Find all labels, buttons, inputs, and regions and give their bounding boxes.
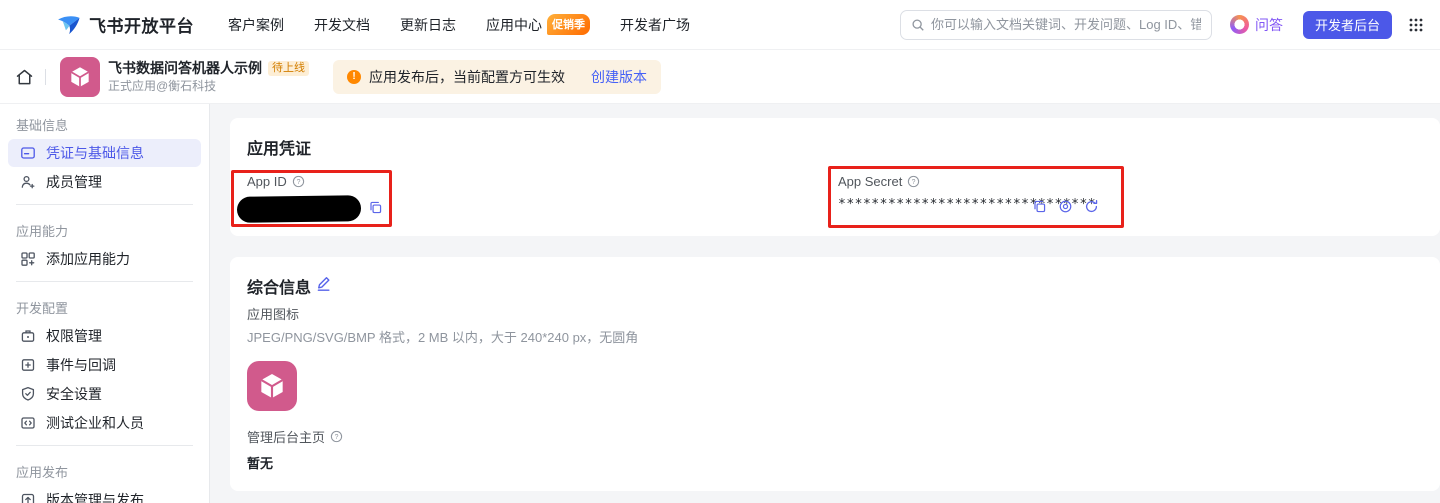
sidebar-section-dev-config: 开发配置 (16, 301, 69, 316)
shield-check-icon (20, 386, 36, 402)
sidebar-item-label: 添加应用能力 (46, 251, 130, 267)
copy-icon[interactable] (1032, 199, 1047, 214)
code-icon (20, 415, 36, 431)
qa-ring-icon (1229, 15, 1249, 34)
brand-name: 飞书开放平台 (89, 17, 194, 36)
nav-item-app-center[interactable]: 应用中心 促销季 (486, 14, 590, 35)
app-secret-actions (1032, 199, 1099, 214)
apps-grid-icon[interactable] (1408, 17, 1424, 33)
sidebar-item-test-org[interactable]: 测试企业和人员 (8, 409, 201, 437)
status-badge: 待上线 (268, 60, 309, 77)
sidebar: 基础信息 凭证与基础信息 成员管理 应用能力 添加应用能力 开发配置 权限管理 … (0, 104, 210, 503)
app-id-label-row: App ID ? (247, 174, 305, 189)
brand[interactable]: 飞书开放平台 (56, 12, 194, 37)
app-header: 飞书数据问答机器人示例 待上线 正式应用@衡石科技 ! 应用发布后，当前配置方可… (0, 51, 1440, 104)
app-subtitle: 正式应用@衡石科技 (108, 79, 217, 94)
help-circle-icon[interactable]: ? (292, 175, 305, 188)
svg-text:?: ? (296, 179, 300, 186)
svg-text:?: ? (912, 179, 916, 186)
eye-icon[interactable] (1058, 199, 1073, 214)
id-card-icon (20, 145, 36, 161)
sidebar-divider (16, 204, 193, 205)
publish-arrow-icon (20, 492, 36, 503)
topnav-right: 问答 开发者后台 (899, 9, 1424, 40)
sidebar-item-version-release[interactable]: 版本管理与发布 (8, 486, 201, 503)
copy-icon[interactable] (368, 200, 383, 215)
general-info-card: 综合信息 应用图标 JPEG/PNG/SVG/BMP 格式，2 MB 以内，大于… (230, 257, 1440, 491)
admin-homepage-value: 暂无 (247, 456, 274, 471)
sidebar-item-label: 安全设置 (46, 386, 102, 402)
help-circle-icon[interactable]: ? (907, 175, 920, 188)
sidebar-item-label: 事件与回调 (46, 357, 116, 373)
app-id-label: App ID (247, 174, 287, 189)
app-name: 飞书数据问答机器人示例 (108, 59, 262, 76)
app-id-redaction (236, 195, 362, 223)
sidebar-item-credentials[interactable]: 凭证与基础信息 (8, 139, 201, 167)
admin-homepage-label: 管理后台主页 (247, 430, 326, 445)
app-secret-label: App Secret (838, 174, 903, 189)
refresh-icon[interactable] (1084, 199, 1099, 214)
create-version-link[interactable]: 创建版本 (591, 67, 647, 87)
qa-button[interactable]: 问答 (1229, 15, 1283, 35)
svg-text:?: ? (335, 434, 339, 441)
alert-text: 应用发布后，当前配置方可生效 (369, 69, 565, 85)
search-input[interactable] (930, 17, 1201, 32)
nav-item-dev-plaza[interactable]: 开发者广场 (620, 15, 690, 35)
search-box[interactable] (899, 9, 1212, 40)
home-icon[interactable] (14, 67, 35, 88)
alert-exclamation-icon: ! (347, 70, 361, 84)
sidebar-item-events[interactable]: 事件与回调 (8, 351, 201, 379)
app-icon-preview (247, 361, 297, 411)
edit-pencil-icon[interactable] (315, 275, 332, 297)
app-icon-label: 应用图标 (247, 307, 300, 322)
credentials-card: 应用凭证 App ID ? App Secret ? *************… (230, 118, 1440, 236)
nav-item-cases[interactable]: 客户案例 (228, 15, 284, 35)
nav-menu: 客户案例 开发文档 更新日志 应用中心 促销季 开发者广场 (228, 14, 690, 35)
sidebar-section-basic: 基础信息 (16, 118, 69, 133)
sidebar-section-release: 应用发布 (16, 465, 69, 480)
app-icon-hint: JPEG/PNG/SVG/BMP 格式，2 MB 以内，大于 240*240 p… (247, 330, 639, 345)
main-content: 应用凭证 App ID ? App Secret ? *************… (210, 104, 1440, 503)
app-avatar (60, 57, 100, 97)
sidebar-item-security[interactable]: 安全设置 (8, 380, 201, 408)
sidebar-item-add-capability[interactable]: 添加应用能力 (8, 245, 201, 273)
feishu-logo-icon (58, 16, 80, 35)
sidebar-divider (16, 281, 193, 282)
help-circle-icon[interactable]: ? (330, 430, 343, 443)
sidebar-item-label: 版本管理与发布 (46, 492, 144, 503)
sidebar-item-permissions[interactable]: 权限管理 (8, 322, 201, 350)
credentials-card-title: 应用凭证 (247, 141, 312, 158)
person-add-icon (20, 174, 36, 190)
briefcase-icon (20, 328, 36, 344)
sidebar-item-label: 测试企业和人员 (46, 415, 144, 431)
sidebar-item-label: 凭证与基础信息 (46, 145, 144, 161)
sidebar-item-label: 成员管理 (46, 174, 102, 190)
sidebar-item-members[interactable]: 成员管理 (8, 168, 201, 196)
sidebar-divider (16, 445, 193, 446)
nav-item-docs[interactable]: 开发文档 (314, 15, 370, 35)
nav-item-app-center-label: 应用中心 (486, 16, 542, 33)
developer-console-button[interactable]: 开发者后台 (1302, 10, 1392, 39)
event-plus-icon (20, 357, 36, 373)
grid-add-icon (20, 251, 36, 267)
nav-item-changelog[interactable]: 更新日志 (400, 15, 456, 35)
promo-badge: 促销季 (547, 14, 590, 35)
app-secret-label-row: App Secret ? (838, 174, 920, 189)
sidebar-section-capabilities: 应用能力 (16, 224, 69, 239)
app-titles: 飞书数据问答机器人示例 待上线 正式应用@衡石科技 (108, 60, 309, 95)
top-navbar: 飞书开放平台 客户案例 开发文档 更新日志 应用中心 促销季 开发者广场 问答 … (0, 0, 1440, 50)
sidebar-item-label: 权限管理 (46, 328, 102, 344)
search-icon (912, 18, 924, 31)
publish-alert-banner: ! 应用发布后，当前配置方可生效 创建版本 (333, 60, 661, 94)
qa-label: 问答 (1254, 16, 1283, 33)
admin-homepage-label-row: 管理后台主页 ? (247, 427, 343, 446)
info-card-title: 综合信息 (247, 280, 312, 297)
header-divider (45, 69, 46, 85)
